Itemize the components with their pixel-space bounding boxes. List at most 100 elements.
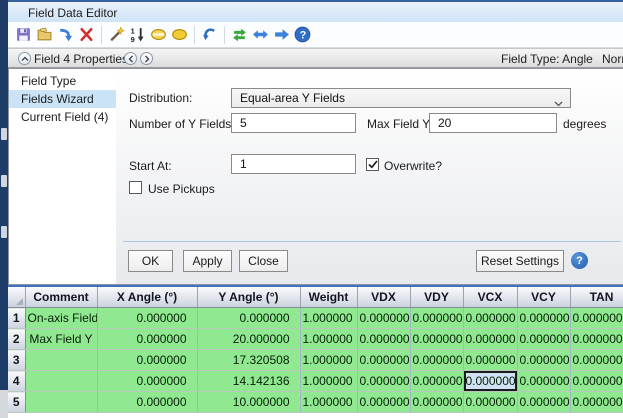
row-number[interactable]: 3 [8, 350, 25, 371]
col-header-tan[interactable]: TAN [570, 287, 623, 308]
cell-vcx[interactable]: 0.000000 [463, 350, 517, 371]
undo-icon[interactable] [200, 25, 219, 44]
cell-x_angle[interactable]: 0.000000 [97, 350, 197, 371]
swap-icon[interactable] [230, 25, 249, 44]
cell-x_angle[interactable]: 0.000000 [97, 329, 197, 350]
table-row: 2Max Field Y0.00000020.0000001.0000000.0… [8, 329, 623, 350]
cell-weight[interactable]: 1.000000 [300, 371, 357, 392]
toolbar-help-icon[interactable]: ? [293, 25, 312, 44]
cell-x_angle[interactable]: 0.000000 [97, 308, 197, 329]
cell-comment[interactable] [25, 350, 97, 371]
properties-content: Field Type Fields Wizard Current Field (… [8, 68, 623, 285]
cell-tan[interactable]: 0.000000 [570, 308, 623, 329]
title-bar[interactable]: Field Data Editor [8, 0, 623, 22]
normalization-status-truncated: Norm [602, 52, 623, 66]
row-number[interactable]: 4 [8, 371, 25, 392]
cell-vdx[interactable]: 0.000000 [357, 371, 410, 392]
cell-vdy[interactable]: 0.000000 [410, 350, 463, 371]
prev-field-icon[interactable] [124, 52, 137, 65]
cell-x_angle[interactable]: 0.000000 [97, 392, 197, 413]
ellipse-filled-icon[interactable] [170, 25, 189, 44]
open-icon[interactable] [35, 25, 54, 44]
cell-vcy[interactable]: 0.000000 [517, 392, 570, 413]
overwrite-checkbox[interactable] [366, 158, 379, 171]
col-header-vdx[interactable]: VDX [357, 287, 410, 308]
move-both-icon[interactable] [251, 25, 270, 44]
cell-vcx[interactable]: 0.000000 [463, 308, 517, 329]
sidebar-item-fields-wizard[interactable]: Fields Wizard [9, 90, 116, 108]
use-pickups-checkbox[interactable] [129, 181, 142, 194]
wizard-wand-icon[interactable] [107, 25, 126, 44]
cell-y_angle[interactable]: 17.320508 [197, 350, 300, 371]
cell-vdy[interactable]: 0.000000 [410, 371, 463, 392]
start-at-input[interactable] [231, 154, 356, 174]
sidebar-item-current-field[interactable]: Current Field (4) [9, 108, 116, 126]
cell-tan[interactable]: 0.000000 [570, 371, 623, 392]
cell-comment[interactable] [25, 392, 97, 413]
use-pickups-label: Use Pickups [148, 182, 215, 196]
next-field-icon[interactable] [140, 52, 153, 65]
cell-tan[interactable]: 0.000000 [570, 329, 623, 350]
max-field-input[interactable] [429, 113, 557, 133]
cell-vcx[interactable]: 0.000000 [463, 392, 517, 413]
cell-vdy[interactable]: 0.000000 [410, 329, 463, 350]
cell-comment[interactable] [25, 371, 97, 392]
close-button[interactable]: Close [239, 250, 288, 272]
move-right-icon[interactable] [272, 25, 291, 44]
cell-tan[interactable]: 0.000000 [570, 350, 623, 371]
cell-weight[interactable]: 1.000000 [300, 350, 357, 371]
cell-vcy[interactable]: 0.000000 [517, 308, 570, 329]
ok-button[interactable]: OK [128, 250, 173, 272]
cell-vcy[interactable]: 0.000000 [517, 371, 570, 392]
cell-y_angle[interactable]: 14.142136 [197, 371, 300, 392]
col-header-vcy[interactable]: VCY [517, 287, 570, 308]
cell-y_angle[interactable]: 0.000000 [197, 308, 300, 329]
cell-vdy[interactable]: 0.000000 [410, 392, 463, 413]
properties-sidebar: Field Type Fields Wizard Current Field (… [9, 69, 116, 284]
cell-y_angle[interactable]: 20.000000 [197, 329, 300, 350]
row-number[interactable]: 2 [8, 329, 25, 350]
sidebar-item-label: Field Type [21, 74, 76, 88]
col-header-x_angle[interactable]: X Angle (°) [97, 287, 197, 308]
cell-vcx[interactable]: 0.000000 [463, 371, 517, 392]
collapse-icon[interactable] [18, 52, 31, 65]
num-fields-input[interactable] [231, 113, 356, 133]
apply-button[interactable]: Apply [183, 250, 232, 272]
row-number[interactable]: 5 [8, 392, 25, 413]
cell-y_angle[interactable]: 10.000000 [197, 392, 300, 413]
insert-arrow-icon[interactable] [56, 25, 75, 44]
cell-vdy[interactable]: 0.000000 [410, 308, 463, 329]
svg-text:?: ? [300, 29, 306, 41]
ellipse-outline-icon[interactable] [149, 25, 168, 44]
col-header-vcx[interactable]: VCX [463, 287, 517, 308]
col-header-weight[interactable]: Weight [300, 287, 357, 308]
sort-icon[interactable]: 19 [128, 25, 147, 44]
cell-comment[interactable]: On-axis Field [25, 308, 97, 329]
cell-vdx[interactable]: 0.000000 [357, 392, 410, 413]
cell-vcx[interactable]: 0.000000 [463, 329, 517, 350]
cell-weight[interactable]: 1.000000 [300, 392, 357, 413]
cell-vdx[interactable]: 0.000000 [357, 329, 410, 350]
cell-comment[interactable]: Max Field Y [25, 329, 97, 350]
cell-weight[interactable]: 1.000000 [300, 308, 357, 329]
cell-vcy[interactable]: 0.000000 [517, 329, 570, 350]
cell-x_angle[interactable]: 0.000000 [97, 371, 197, 392]
col-header-vdy[interactable]: VDY [410, 287, 463, 308]
cell-tan[interactable]: 0.000000 [570, 392, 623, 413]
save-icon[interactable] [14, 25, 33, 44]
cell-vcy[interactable]: 0.000000 [517, 350, 570, 371]
col-header-comment[interactable]: Comment [25, 287, 97, 308]
sidebar-item-field-type[interactable]: Field Type [9, 72, 116, 90]
cell-vdx[interactable]: 0.000000 [357, 350, 410, 371]
select-all-corner[interactable] [8, 287, 25, 308]
delete-icon[interactable] [77, 25, 96, 44]
field-table-body: 1On-axis Field0.0000000.0000001.0000000.… [8, 308, 623, 413]
table-row: 40.00000014.1421361.0000000.0000000.0000… [8, 371, 623, 392]
distribution-select[interactable]: Equal-area Y Fields [231, 88, 571, 108]
cell-vdx[interactable]: 0.000000 [357, 308, 410, 329]
wizard-help-icon[interactable]: ? [571, 252, 588, 269]
row-number[interactable]: 1 [8, 308, 25, 329]
col-header-y_angle[interactable]: Y Angle (°) [197, 287, 300, 308]
cell-weight[interactable]: 1.000000 [300, 329, 357, 350]
reset-settings-button[interactable]: Reset Settings [476, 250, 564, 272]
